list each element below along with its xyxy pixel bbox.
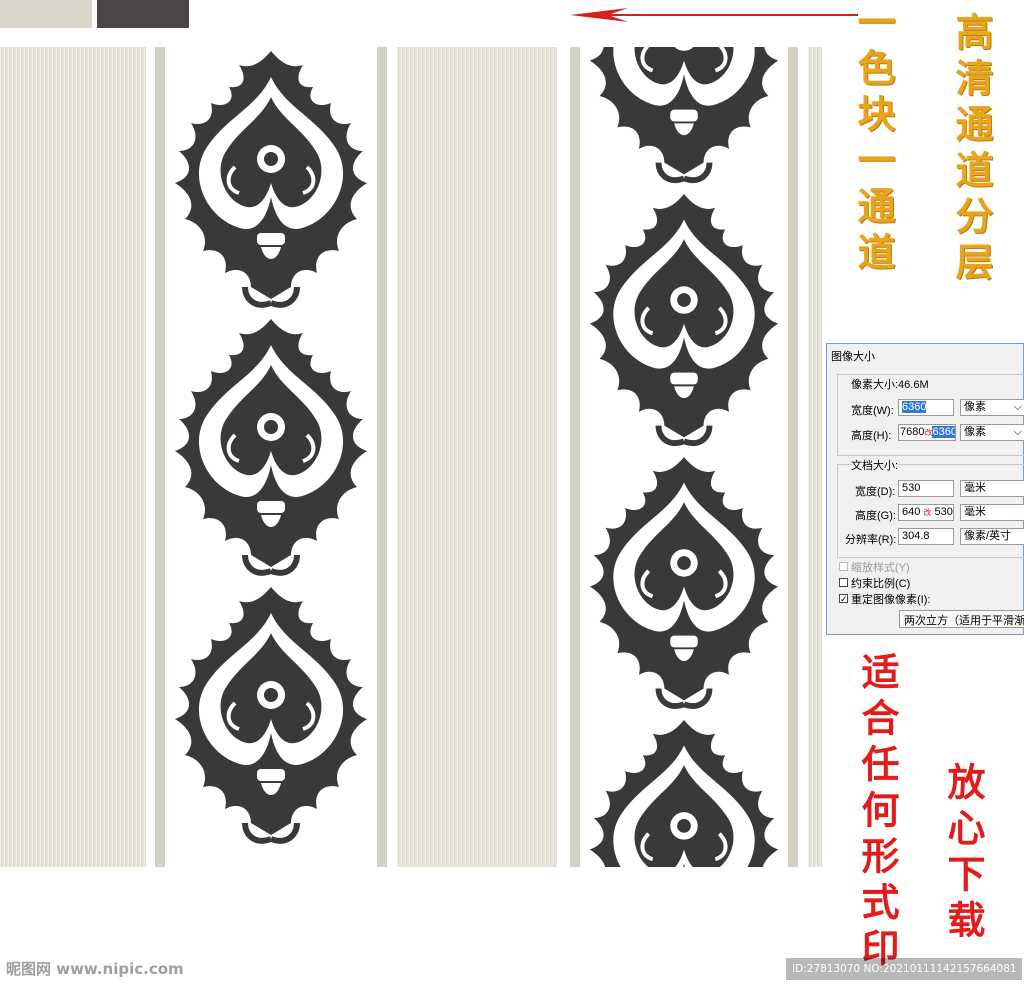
doc-height-unit-select[interactable]: 毫米 (960, 504, 1024, 521)
divider-pillar (788, 47, 798, 867)
constrain-proportions-label: 约束比例(C) (851, 578, 911, 590)
divider-pillar (570, 47, 580, 867)
width-unit-select[interactable]: 像素 ⌵ (960, 399, 1024, 416)
color-swatch-dark (97, 0, 189, 28)
overlay-text-download: 放心下载 (941, 762, 986, 946)
texture-stripe (397, 47, 557, 867)
resample-method-select[interactable]: 两次立方（适用于平滑渐变 (899, 610, 1024, 628)
check-icon: ✓ (840, 594, 848, 604)
resample-label: 重定图像像素(I): (851, 594, 931, 606)
overlay-text-one-channel: 一色块一通道 (851, 2, 896, 278)
resolution-input[interactable]: 304.8 (898, 528, 954, 545)
height-label: 高度(H): (851, 430, 892, 442)
document-size-label: 文档大小: (851, 457, 899, 473)
doc-height-label: 高度(G): (855, 510, 896, 522)
texture-stripe (0, 47, 146, 867)
doc-width-input[interactable]: 530 (898, 480, 954, 497)
damask-panel (580, 47, 788, 867)
doc-width-label: 宽度(D): (855, 486, 896, 498)
image-id-watermark: ID:27813070 NO:20210111142157664081 (786, 958, 1022, 980)
divider-pillar (377, 47, 387, 867)
height-unit-select[interactable]: 像素 ⌵ (960, 424, 1024, 441)
dialog-title: 图像大小 (831, 351, 875, 363)
chevron-down-icon: ⌵ (1013, 401, 1022, 413)
scale-styles-checkbox[interactable] (839, 562, 848, 571)
overlay-text-hd-layers: 高清通道分层 (949, 12, 994, 288)
damask-panel (165, 47, 377, 867)
image-size-dialog: 图像大小 像素大小:46.6M 宽度(W): 6360 像素 ⌵ 高度(H): … (826, 343, 1024, 635)
site-watermark-logo: 昵图网 www.nipic.com (6, 960, 184, 978)
doc-width-unit-select[interactable]: 毫米 (960, 480, 1024, 497)
color-swatch-light (0, 0, 92, 28)
height-input[interactable]: 7680改6360 (898, 424, 956, 441)
pixel-size-label: 像素大小:46.6M (851, 376, 929, 392)
resolution-unit-select[interactable]: 像素/英寸 (960, 528, 1024, 545)
doc-height-input[interactable]: 640 改 530 (898, 504, 954, 521)
chevron-down-icon: ⌵ (1013, 426, 1022, 438)
left-arrow-icon (570, 8, 858, 22)
scale-styles-label: 缩放样式(Y) (851, 562, 910, 574)
texture-stripe (808, 47, 822, 867)
resample-checkbox[interactable]: ✓ (839, 594, 848, 604)
overlay-text-any-print: 适合任何形式印 (855, 652, 900, 974)
divider-pillar (155, 47, 165, 867)
width-input[interactable]: 6360 (898, 399, 954, 416)
resolution-label: 分辨率(R): (845, 534, 897, 546)
constrain-proportions-checkbox[interactable] (839, 578, 848, 587)
width-label: 宽度(W): (851, 405, 894, 417)
